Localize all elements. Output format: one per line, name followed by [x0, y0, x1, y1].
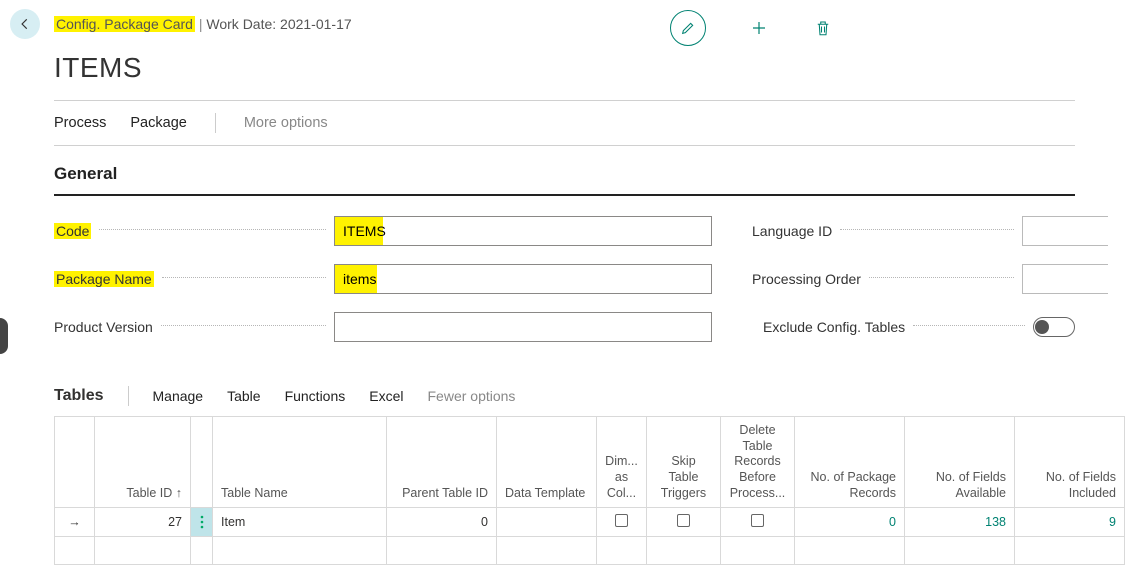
tables-menu-table[interactable]: Table — [227, 388, 260, 404]
tables-menu-excel[interactable]: Excel — [369, 388, 403, 404]
tables-menu-manage[interactable]: Manage — [153, 388, 204, 404]
col-table-name[interactable]: Table Name — [213, 417, 387, 508]
col-dim-as-col[interactable]: Dim... as Col... — [597, 417, 647, 508]
product-version-input[interactable] — [334, 312, 712, 342]
row-indicator-icon: → — [63, 515, 86, 529]
processing-order-input[interactable] — [1022, 264, 1108, 294]
col-table-id[interactable]: Table ID ↑ — [95, 417, 191, 508]
side-panel-handle[interactable] — [0, 318, 8, 354]
back-button[interactable] — [10, 9, 40, 39]
package-name-input[interactable] — [334, 264, 712, 294]
col-data-template[interactable]: Data Template — [497, 417, 597, 508]
top-bar: Config. Package Card | Work Date: 2021-0… — [0, 0, 1129, 48]
label-processing-order: Processing Order — [752, 271, 861, 287]
section-general-title: General — [54, 164, 1075, 184]
menu-process[interactable]: Process — [54, 115, 106, 131]
breadcrumb-page-type: Config. Package Card — [54, 16, 195, 32]
tables-menu-functions[interactable]: Functions — [285, 388, 346, 404]
table-header-row: Table ID ↑ Table Name Parent Table ID Da… — [55, 417, 1125, 508]
menu-more-options[interactable]: More options — [244, 115, 328, 131]
code-input[interactable] — [334, 216, 712, 246]
label-code: Code — [54, 223, 91, 239]
tables-menu-fewer[interactable]: Fewer options — [428, 388, 516, 404]
language-id-input[interactable] — [1022, 216, 1108, 246]
breadcrumb: Config. Package Card | Work Date: 2021-0… — [54, 16, 352, 32]
col-pkg-records[interactable]: No. of Package Records — [795, 417, 905, 508]
exclude-config-toggle[interactable] — [1033, 317, 1075, 337]
tables-toolbar: Tables Manage Table Functions Excel Fewe… — [54, 386, 1075, 416]
action-menu: Process Package More options — [54, 101, 1075, 145]
cell-parent-id[interactable]: 0 — [387, 508, 497, 537]
table-row-empty[interactable] — [55, 537, 1125, 565]
cell-delete-before-checkbox[interactable] — [751, 514, 764, 527]
label-language-id: Language ID — [752, 223, 832, 239]
tables-grid: Table ID ↑ Table Name Parent Table ID Da… — [54, 416, 1125, 565]
edit-button[interactable] — [670, 10, 706, 46]
col-fields-avail[interactable]: No. of Fields Available — [905, 417, 1015, 508]
page-title: ITEMS — [54, 52, 1075, 84]
row-more-button[interactable] — [191, 508, 212, 536]
cell-fields-avail[interactable]: 138 — [985, 515, 1006, 529]
tables-section-title: Tables — [54, 387, 104, 405]
cell-data-template[interactable] — [497, 508, 597, 537]
col-delete-before[interactable]: Delete Table Records Before Process... — [721, 417, 795, 508]
col-fields-incl[interactable]: No. of Fields Included — [1015, 417, 1125, 508]
menu-package[interactable]: Package — [130, 115, 186, 131]
table-row[interactable]: → 27 Item 0 0 138 9 — [55, 508, 1125, 537]
col-skip-triggers[interactable]: Skip Table Triggers — [647, 417, 721, 508]
cell-fields-incl[interactable]: 9 — [1109, 515, 1116, 529]
cell-pkg-records[interactable]: 0 — [889, 515, 896, 529]
cell-table-id[interactable]: 27 — [95, 508, 191, 537]
col-parent-id[interactable]: Parent Table ID — [387, 417, 497, 508]
cell-table-name[interactable]: Item — [213, 508, 387, 537]
breadcrumb-work-date: Work Date: 2021-01-17 — [206, 16, 351, 32]
label-package-name: Package Name — [54, 271, 154, 287]
new-button[interactable] — [748, 17, 770, 39]
cell-dim-as-col-checkbox[interactable] — [615, 514, 628, 527]
label-product-version: Product Version — [54, 319, 153, 335]
label-exclude-config: Exclude Config. Tables — [763, 319, 905, 335]
delete-button[interactable] — [812, 17, 834, 39]
cell-skip-triggers-checkbox[interactable] — [677, 514, 690, 527]
top-actions — [670, 10, 834, 46]
